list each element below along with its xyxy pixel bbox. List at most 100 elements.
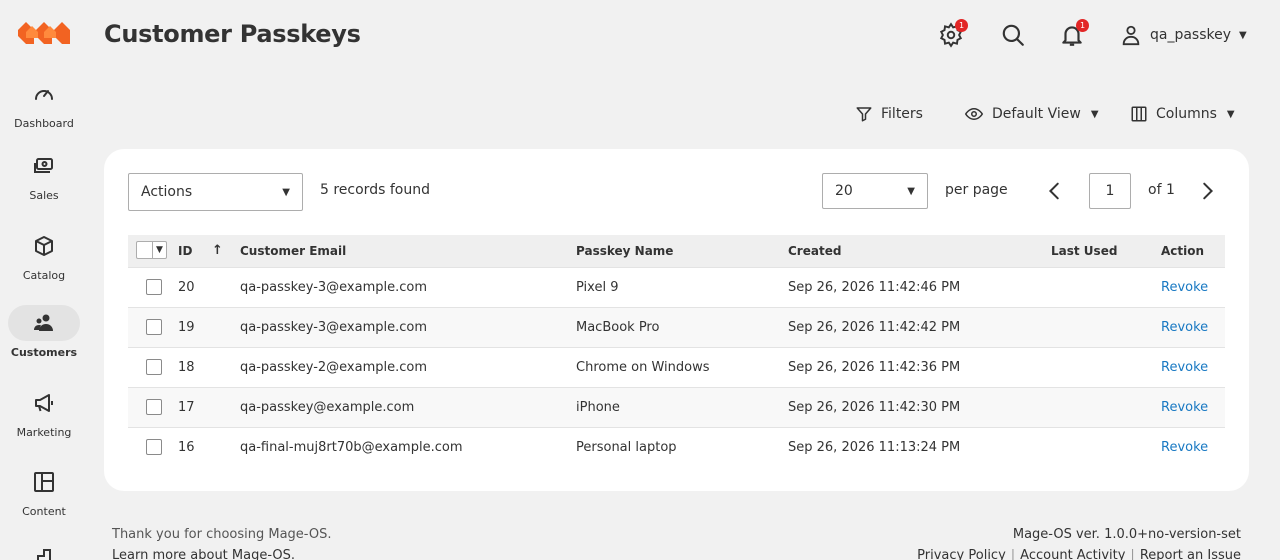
- sidebar-item-customers[interactable]: Customers: [8, 305, 80, 375]
- columns-button[interactable]: Columns ▼: [1130, 102, 1235, 126]
- row-checkbox[interactable]: [146, 279, 162, 295]
- box-icon: [35, 236, 53, 256]
- column-header-last-used[interactable]: Last Used: [1051, 235, 1161, 267]
- revoke-link[interactable]: Revoke: [1161, 320, 1208, 335]
- chevron-down-icon: ▼: [156, 244, 163, 255]
- revoke-link[interactable]: Revoke: [1161, 440, 1208, 455]
- table-row: 20 qa-passkey-3@example.com Pixel 9 Sep …: [128, 266, 1225, 307]
- revoke-link[interactable]: Revoke: [1161, 360, 1208, 375]
- filters-label: Filters: [881, 106, 923, 122]
- per-page-value: 20: [835, 183, 853, 199]
- mass-actions-dropdown[interactable]: Actions ▼: [128, 173, 303, 211]
- sidebar-item-catalog[interactable]: Catalog: [8, 228, 80, 298]
- cell-passkey-name: iPhone: [576, 386, 788, 427]
- sidebar-item-label: Catalog: [22, 269, 66, 282]
- total-pages-label: of 1: [1148, 182, 1175, 198]
- cell-passkey-name: MacBook Pro: [576, 306, 788, 347]
- per-page-label: per page: [945, 182, 1008, 198]
- search-icon: [1002, 24, 1024, 46]
- row-checkbox[interactable]: [146, 359, 162, 375]
- footer-links: Privacy Policy | Account Activity | Report a…: [917, 545, 1241, 560]
- sidebar-item-dashboard[interactable]: Dashboard: [8, 76, 80, 146]
- cell-id: 16: [178, 426, 212, 467]
- revoke-link[interactable]: Revoke: [1161, 400, 1208, 415]
- system-messages-button[interactable]: 1: [938, 19, 968, 48]
- filters-button[interactable]: Filters: [855, 102, 923, 126]
- stores-icon[interactable]: [32, 546, 56, 560]
- chevron-left-icon: [1048, 182, 1059, 200]
- cell-created: Sep 26, 2026 11:42:42 PM: [788, 306, 1051, 347]
- column-header-id[interactable]: ID: [178, 235, 212, 267]
- sort-arrow-up-icon[interactable]: ↑: [212, 235, 240, 267]
- cell-created: Sep 26, 2026 11:42:30 PM: [788, 386, 1051, 427]
- cell-last-used: [1051, 346, 1161, 387]
- sidebar-item-marketing[interactable]: Marketing: [8, 385, 80, 455]
- cell-passkey-name: Pixel 9: [576, 266, 788, 307]
- users-icon: [34, 314, 53, 331]
- user-account-menu[interactable]: qa_passkey ▼: [1120, 22, 1247, 48]
- per-page-dropdown[interactable]: 20 ▼: [822, 173, 928, 209]
- actions-label: Actions: [141, 184, 193, 200]
- footer-thanks: Thank you for choosing Mage-OS.: [112, 527, 332, 542]
- admin-sidebar: Dashboard Sales Catalog Customers Market…: [0, 0, 88, 560]
- cell-passkey-name: Personal laptop: [576, 426, 788, 467]
- username-label: qa_passkey: [1150, 27, 1232, 43]
- sidebar-item-label: Customers: [10, 346, 78, 359]
- global-search-button[interactable]: [1000, 22, 1026, 48]
- column-header-passkey-name[interactable]: Passkey Name: [576, 235, 788, 267]
- column-header-created[interactable]: Created: [788, 235, 1051, 267]
- cell-id: 20: [178, 266, 212, 307]
- table-row: 19 qa-passkey-3@example.com MacBook Pro …: [128, 306, 1225, 347]
- columns-label: Columns: [1156, 106, 1217, 122]
- sidebar-item-sales[interactable]: Sales: [8, 148, 80, 218]
- records-found-count: 5 records found: [320, 182, 430, 198]
- cell-email: qa-passkey@example.com: [240, 386, 576, 427]
- notifications-badge: 1: [1076, 19, 1089, 32]
- cell-created: Sep 26, 2026 11:13:24 PM: [788, 426, 1051, 467]
- row-checkbox[interactable]: [146, 439, 162, 456]
- notifications-button[interactable]: 1: [1059, 19, 1089, 48]
- cell-id: 19: [178, 306, 212, 347]
- report-issue-link[interactable]: Report an Issue: [1140, 548, 1241, 560]
- user-icon: [1122, 25, 1140, 46]
- footer-left: Thank you for choosing Mage-OS. Learn mo…: [112, 524, 331, 560]
- passkeys-table: ▼ ID ↑ Customer Email Passkey Name Creat…: [128, 235, 1225, 467]
- footer-right: Mage-OS ver. 1.0.0+no-version-set Privac…: [917, 524, 1241, 560]
- revoke-link[interactable]: Revoke: [1161, 280, 1208, 295]
- chevron-down-icon: ▼: [1090, 108, 1099, 120]
- cell-created: Sep 26, 2026 11:42:46 PM: [788, 266, 1051, 307]
- current-page-input[interactable]: [1089, 173, 1131, 209]
- account-activity-link[interactable]: Account Activity: [1020, 548, 1125, 560]
- privacy-policy-link[interactable]: Privacy Policy: [917, 548, 1006, 560]
- learn-more-link[interactable]: Learn more about Mage-OS.: [112, 545, 331, 560]
- sidebar-item-label: Dashboard: [14, 117, 74, 130]
- gauge-icon: [35, 90, 53, 100]
- sidebar-item-label: Content: [22, 505, 66, 518]
- cell-last-used: [1051, 386, 1161, 427]
- filter-icon: [856, 107, 872, 122]
- sidebar-item-label: Sales: [29, 189, 59, 202]
- cell-last-used: [1051, 426, 1161, 467]
- row-checkbox[interactable]: [146, 399, 162, 415]
- table-row: 17 qa-passkey@example.com iPhone Sep 26,…: [128, 386, 1225, 427]
- cell-email: qa-passkey-3@example.com: [240, 306, 576, 347]
- table-row: 16 qa-final-muj8rt70b@example.com Person…: [128, 426, 1225, 467]
- row-checkbox[interactable]: [146, 319, 162, 335]
- mass-select-checkbox[interactable]: ▼: [136, 240, 167, 259]
- cell-passkey-name: Chrome on Windows: [576, 346, 788, 387]
- system-messages-badge: 1: [955, 19, 968, 32]
- sidebar-item-content[interactable]: Content: [8, 464, 80, 534]
- eye-icon: [964, 107, 984, 121]
- chevron-right-icon: [1203, 182, 1214, 200]
- layout-icon: [34, 472, 54, 492]
- mage-os-logo[interactable]: [18, 22, 70, 46]
- view-selector[interactable]: Default View ▼: [964, 102, 1099, 126]
- cell-email: qa-passkey-2@example.com: [240, 346, 576, 387]
- previous-page-button[interactable]: [1044, 179, 1066, 203]
- next-page-button[interactable]: [1196, 179, 1218, 203]
- column-header-email[interactable]: Customer Email: [240, 235, 576, 267]
- table-row: 18 qa-passkey-2@example.com Chrome on Wi…: [128, 346, 1225, 387]
- cell-email: qa-final-muj8rt70b@example.com: [240, 426, 576, 467]
- cell-email: qa-passkey-3@example.com: [240, 266, 576, 307]
- cell-last-used: [1051, 266, 1161, 307]
